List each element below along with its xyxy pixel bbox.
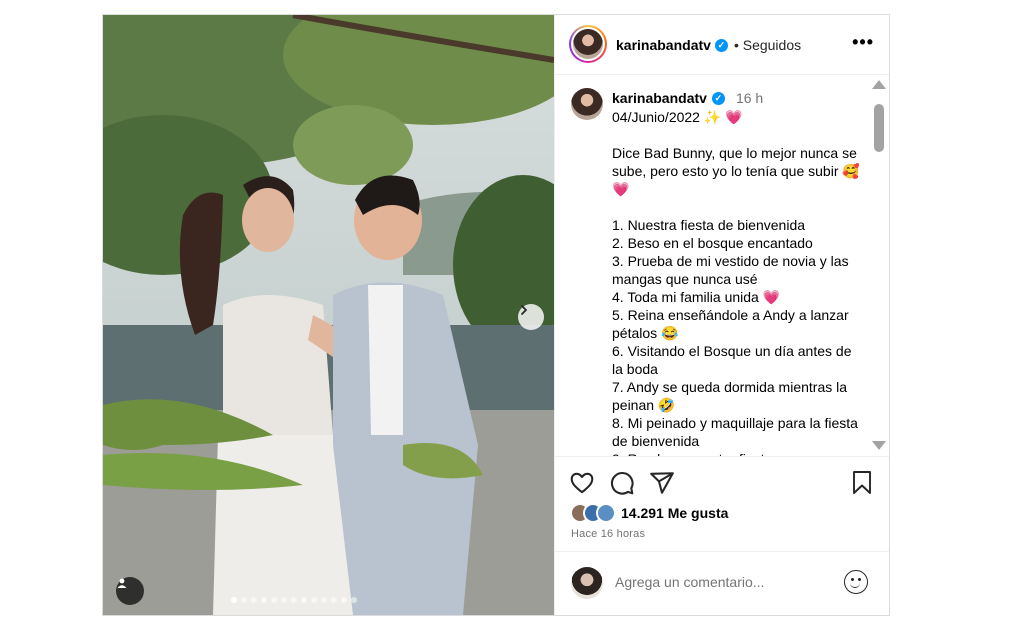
post-timestamp: Hace 16 horas (571, 528, 646, 540)
follow-status[interactable]: • Seguidos (734, 37, 801, 53)
carousel-dot (241, 597, 247, 603)
carousel-dot (291, 597, 297, 603)
caption-author-avatar[interactable] (571, 88, 603, 120)
bookmark-icon[interactable] (850, 470, 874, 496)
carousel-dot (351, 597, 357, 603)
comment-icon[interactable] (609, 470, 635, 496)
liker-avatar (596, 503, 616, 523)
next-slide-button[interactable] (518, 304, 544, 330)
photo-couple-illustration (103, 15, 554, 615)
caption-time: 16 h (735, 90, 764, 106)
post-actions: 14.291 Me gusta Hace 16 horas (555, 456, 889, 605)
post-image[interactable] (103, 15, 554, 615)
carousel-dot (281, 597, 287, 603)
caption-section[interactable]: karinabandatv ✓ 16 h 04/Junio/2022 ✨ 💗 D… (555, 76, 889, 456)
scroll-up-arrow-icon[interactable] (872, 80, 886, 89)
author-username[interactable]: karinabandatv (616, 37, 711, 53)
more-options-button[interactable]: ••• (852, 33, 874, 51)
caption-scrollbar[interactable] (872, 80, 886, 450)
verified-badge-icon: ✓ (711, 91, 725, 105)
scroll-down-arrow-icon[interactable] (872, 441, 886, 450)
post-dialog: karinabandatv ✓ • Seguidos ••• karinaban… (102, 14, 890, 616)
author-avatar[interactable] (569, 25, 607, 63)
comment-composer (555, 551, 889, 605)
caption-text: 04/Junio/2022 ✨ 💗 Dice Bad Bunny, que lo… (612, 109, 860, 456)
caption-username[interactable]: karinabandatv (612, 90, 707, 106)
comment-input[interactable] (615, 574, 835, 590)
share-icon[interactable] (649, 470, 675, 496)
carousel-dot (331, 597, 337, 603)
scroll-thumb[interactable] (874, 104, 884, 152)
tagged-users-button[interactable] (116, 577, 144, 605)
user-icon (117, 578, 127, 588)
carousel-dot (341, 597, 347, 603)
carousel-dot (301, 597, 307, 603)
carousel-dot (321, 597, 327, 603)
likes-count[interactable]: 14.291 Me gusta (621, 505, 728, 521)
post-side-panel: karinabandatv ✓ • Seguidos ••• karinaban… (554, 15, 889, 615)
likes-summary[interactable]: 14.291 Me gusta (570, 503, 728, 523)
post-header: karinabandatv ✓ • Seguidos ••• (555, 15, 889, 75)
current-user-avatar (571, 567, 603, 599)
chevron-right-icon (521, 305, 527, 315)
carousel-dot (251, 597, 257, 603)
heart-icon[interactable] (569, 470, 595, 496)
emoji-icon[interactable] (844, 570, 868, 594)
verified-badge-icon: ✓ (714, 38, 728, 52)
carousel-dot (271, 597, 277, 603)
carousel-dot (261, 597, 267, 603)
carousel-dot (311, 597, 317, 603)
carousel-indicator (231, 597, 357, 603)
more-horizontal-icon: ••• (852, 32, 874, 52)
carousel-dot (231, 597, 237, 603)
